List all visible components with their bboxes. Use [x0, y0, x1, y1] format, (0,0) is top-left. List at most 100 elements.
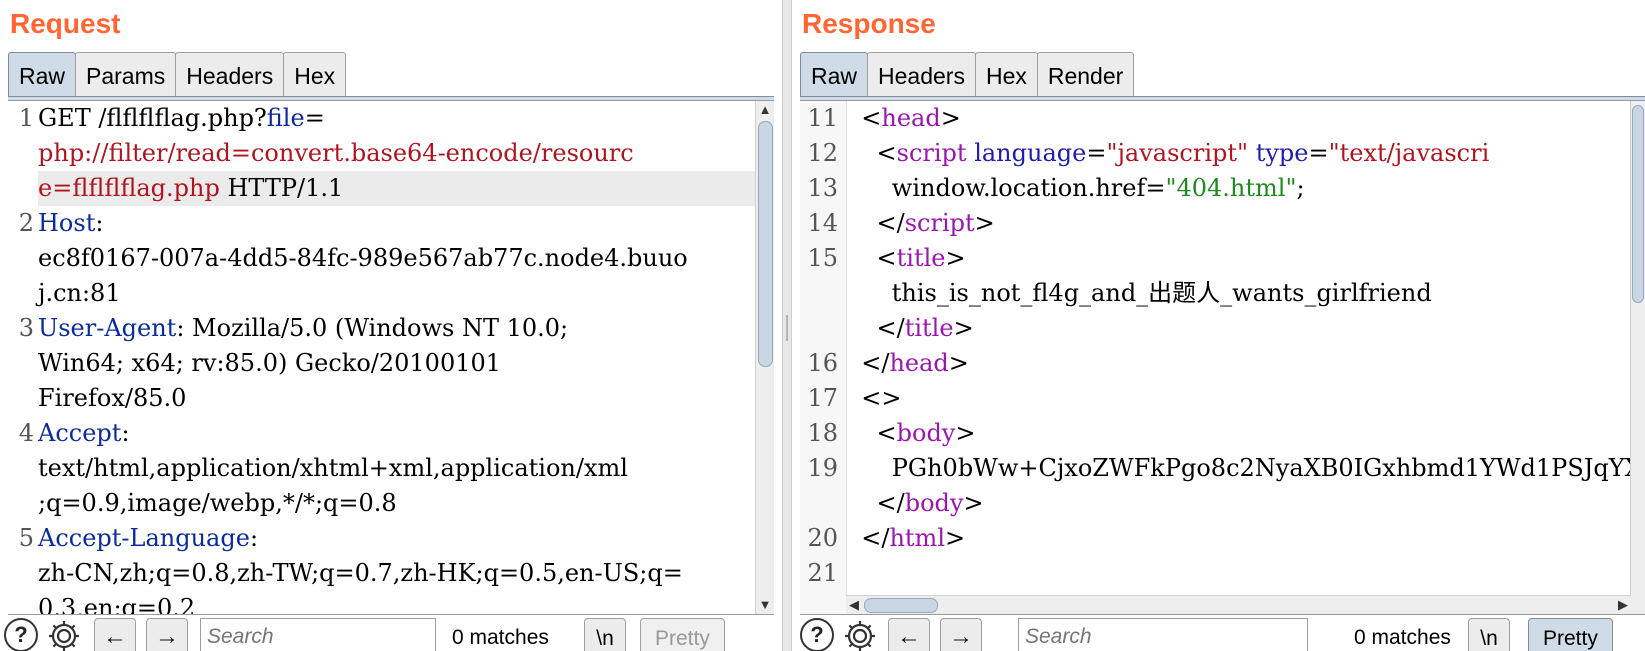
gear-icon[interactable]: [842, 618, 878, 651]
code-token: "javascript": [1106, 139, 1249, 167]
code-line: Accept-Language:: [38, 521, 258, 556]
code-token: <: [846, 244, 897, 272]
scroll-down-icon[interactable]: ▼: [756, 596, 774, 614]
code-token: =: [304, 104, 325, 132]
request-editor[interactable]: 1 2 3 4 5 GET /flflflflag.php?file= php://fil…: [8, 100, 774, 615]
response-editor[interactable]: 11 12 13 14 15 16 17 18 19 20 21 <head> <script la…: [800, 100, 1645, 615]
code-token: <: [846, 139, 897, 167]
response-scroll-thumb[interactable]: [1632, 105, 1644, 303]
gear-icon[interactable]: [46, 618, 82, 651]
code-line: zh-CN,zh;q=0.8,zh-TW;q=0.7,zh-HK;q=0.5,e…: [38, 556, 683, 591]
tab-raw[interactable]: Raw: [800, 52, 869, 96]
line-number: 12: [807, 139, 838, 167]
help-button[interactable]: ?: [4, 618, 38, 651]
scroll-up-icon[interactable]: ▲: [756, 101, 774, 119]
code-line: this_is_not_fl4g_and_出题人_wants_girlfrien…: [846, 276, 1432, 311]
code-token: language: [974, 139, 1087, 167]
code-token: =: [1086, 139, 1107, 167]
code-line: Accept:: [38, 416, 130, 451]
panel-divider[interactable]: [782, 0, 792, 651]
request-search-input[interactable]: [200, 618, 436, 651]
search-back-button[interactable]: ←: [888, 618, 930, 651]
line-number: 17: [807, 384, 838, 412]
pretty-button[interactable]: Pretty: [640, 618, 725, 651]
pretty-button[interactable]: Pretty: [1528, 618, 1613, 651]
tab-hex[interactable]: Hex: [974, 52, 1038, 96]
line-number: 11: [807, 104, 838, 132]
tab-headers[interactable]: Headers: [867, 52, 976, 96]
response-vertical-scrollbar[interactable]: [1630, 101, 1645, 614]
request-vertical-scrollbar[interactable]: ▲ ▼: [755, 101, 774, 614]
line-number: 5: [18, 524, 34, 552]
line-number: 14: [807, 209, 838, 237]
code-line: window.location.href="404.html";: [846, 171, 1305, 206]
line-number: 13: [807, 174, 838, 202]
code-token: >: [948, 349, 969, 377]
response-horizontal-scrollbar[interactable]: ◀ ▶: [846, 595, 1631, 614]
response-gutter: 11 12 13 14 15 16 17 18 19 20 21: [800, 101, 847, 614]
code-token: Accept-Language: [38, 524, 250, 552]
code-token: Firefox/85.0: [38, 384, 187, 412]
line-number: 1: [18, 104, 34, 132]
code-token: script: [896, 139, 967, 167]
tab-raw[interactable]: Raw: [8, 52, 77, 96]
code-token: this_is_not_fl4g_and_出题人_wants_girlfrien…: [846, 279, 1432, 307]
divider-grip[interactable]: [786, 315, 788, 341]
code-line: Host:: [38, 206, 103, 241]
code-token: </: [846, 489, 905, 517]
code-line: </html>: [846, 521, 965, 556]
line-number: 16: [807, 349, 838, 377]
code-line: php://filter/read=convert.base64-encode/…: [38, 136, 634, 171]
code-line: j.cn:81: [38, 276, 121, 311]
response-search-input[interactable]: [1018, 618, 1308, 651]
code-line: <>: [846, 381, 901, 416]
code-line: </script>: [846, 206, 995, 241]
scroll-left-icon[interactable]: ◀: [846, 596, 862, 614]
code-token: window.location.href=: [846, 174, 1166, 202]
code-token: title: [904, 314, 954, 342]
code-token: PGh0bWw+CjxoZWFkPgo8c2NyaXB0IGxhbmd1YWd1…: [846, 454, 1645, 482]
newline-toggle-button[interactable]: \n: [584, 618, 626, 651]
response-hscroll-thumb[interactable]: [864, 598, 938, 613]
response-match-count: 0 matches: [1354, 626, 1451, 649]
code-line: GET /flflflflag.php?file=: [38, 101, 325, 136]
code-token: title: [896, 244, 946, 272]
code-token: Win64; x64; rv:85.0) Gecko/20100101: [38, 349, 502, 377]
response-tabs: Raw Headers Hex Render: [800, 52, 1135, 96]
search-forward-button[interactable]: →: [940, 618, 982, 651]
code-line: <script language="javascript" type="text…: [846, 136, 1490, 171]
line-number: 20: [807, 524, 838, 552]
code-token: User-Agent: [38, 314, 177, 342]
request-search-bar: ? ← → 0 matches \n Pretty: [0, 616, 782, 651]
code-token: zh-CN,zh;q=0.8,zh-TW;q=0.7,zh-HK;q=0.5,e…: [38, 559, 683, 587]
code-token: Host: [38, 209, 96, 237]
code-token: <: [861, 104, 882, 132]
code-token: j.cn:81: [38, 279, 121, 307]
code-token: </: [846, 209, 905, 237]
scroll-right-icon[interactable]: ▶: [1615, 596, 1631, 614]
tab-render[interactable]: Render: [1036, 52, 1135, 96]
request-panel: Request Raw Params Headers Hex 1 2 3 4 5 GET /f…: [0, 0, 782, 651]
code-token: html: [889, 524, 945, 552]
tab-params[interactable]: Params: [75, 52, 177, 96]
code-token: =: [1308, 139, 1329, 167]
request-scroll-thumb[interactable]: [758, 121, 773, 367]
code-token: >: [945, 524, 966, 552]
code-token: >: [963, 489, 984, 517]
tab-hex[interactable]: Hex: [283, 52, 347, 96]
tab-headers[interactable]: Headers: [175, 52, 285, 96]
response-title: Response: [802, 8, 936, 39]
search-back-button[interactable]: ←: [94, 618, 136, 651]
code-line: PGh0bWw+CjxoZWFkPgo8c2NyaXB0IGxhbmd1YWd1…: [846, 451, 1645, 486]
code-line: <title>: [846, 241, 966, 276]
help-button[interactable]: ?: [800, 618, 834, 651]
code-line: ;q=0.9,image/webp,*/*;q=0.8: [38, 486, 397, 521]
code-line: <body>: [846, 416, 976, 451]
code-token: ;: [1296, 174, 1305, 202]
code-token: <>: [846, 384, 902, 412]
code-token: </: [846, 524, 890, 552]
newline-toggle-button[interactable]: \n: [1468, 618, 1510, 651]
search-forward-button[interactable]: →: [146, 618, 188, 651]
